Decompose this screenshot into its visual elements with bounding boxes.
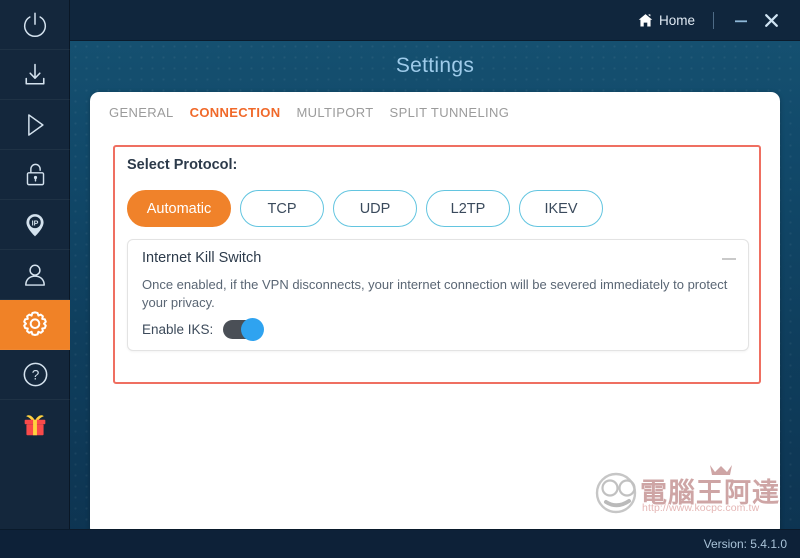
kill-switch-panel: Internet Kill Switch Once enabled, if th… — [127, 239, 749, 351]
window-controls: Home — [630, 0, 786, 41]
lock-icon — [22, 161, 49, 188]
kill-switch-description: Once enabled, if the VPN disconnects, yo… — [142, 276, 732, 311]
home-button[interactable]: Home — [630, 13, 703, 28]
page-title: Settings — [70, 54, 800, 78]
titlebar-divider — [713, 12, 714, 29]
minus-icon[interactable] — [722, 258, 736, 260]
minimize-button[interactable] — [726, 6, 756, 36]
tab-connection[interactable]: CONNECTION — [190, 105, 281, 120]
main-content: Settings GENERAL CONNECTION MULTIPORT SP… — [70, 41, 800, 558]
sidebar-item-ip[interactable]: IP — [0, 200, 70, 250]
settings-tabs: GENERAL CONNECTION MULTIPORT SPLIT TUNNE… — [109, 105, 509, 120]
tab-general[interactable]: GENERAL — [109, 105, 174, 120]
play-icon — [21, 111, 49, 139]
svg-text:IP: IP — [32, 219, 39, 227]
close-icon — [763, 12, 780, 29]
version-label: Version: 5.4.1.0 — [704, 537, 787, 551]
gear-icon — [19, 309, 51, 341]
sidebar: IP — [0, 0, 70, 558]
select-protocol-label: Select Protocol: — [127, 157, 237, 173]
protocol-option-ikev[interactable]: IKEV — [519, 190, 603, 227]
tab-multiport[interactable]: MULTIPORT — [296, 105, 373, 120]
protocol-option-l2tp[interactable]: L2TP — [426, 190, 510, 227]
toggle-knob — [241, 318, 264, 341]
sidebar-item-account[interactable] — [0, 250, 70, 300]
svg-text:?: ? — [31, 368, 39, 383]
protocol-option-automatic[interactable]: Automatic — [127, 190, 231, 227]
tab-split-tunneling[interactable]: SPLIT TUNNELING — [390, 105, 510, 120]
title-bar: Home — [0, 0, 800, 41]
ip-pin-icon: IP — [21, 211, 49, 239]
app-window: Home — [0, 0, 800, 558]
kill-switch-title: Internet Kill Switch — [142, 250, 261, 266]
protocol-options: Automatic TCP UDP L2TP IKEV — [127, 190, 603, 227]
help-icon: ? — [21, 360, 50, 389]
enable-iks-label: Enable IKS: — [142, 322, 213, 337]
enable-iks-toggle[interactable] — [223, 320, 263, 339]
settings-card: GENERAL CONNECTION MULTIPORT SPLIT TUNNE… — [90, 92, 780, 542]
sidebar-item-lock[interactable] — [0, 150, 70, 200]
sidebar-item-power[interactable] — [0, 0, 70, 50]
gift-icon — [21, 411, 49, 439]
power-icon — [20, 10, 50, 40]
home-icon — [638, 13, 653, 28]
protocol-option-tcp[interactable]: TCP — [240, 190, 324, 227]
minimize-icon — [733, 13, 749, 29]
download-icon — [21, 61, 49, 89]
status-bar: Version: 5.4.1.0 — [0, 529, 800, 558]
sidebar-item-help[interactable]: ? — [0, 350, 70, 400]
close-button[interactable] — [756, 6, 786, 36]
sidebar-item-play[interactable] — [0, 100, 70, 150]
sidebar-item-download[interactable] — [0, 50, 70, 100]
protocol-option-udp[interactable]: UDP — [333, 190, 417, 227]
home-label: Home — [659, 13, 695, 28]
sidebar-item-gift[interactable] — [0, 400, 70, 450]
highlight-box: Select Protocol: Automatic TCP UDP L2TP … — [113, 145, 761, 384]
user-icon — [21, 261, 49, 289]
sidebar-item-settings[interactable] — [0, 300, 70, 350]
kill-switch-toggle-row: Enable IKS: — [142, 320, 263, 339]
